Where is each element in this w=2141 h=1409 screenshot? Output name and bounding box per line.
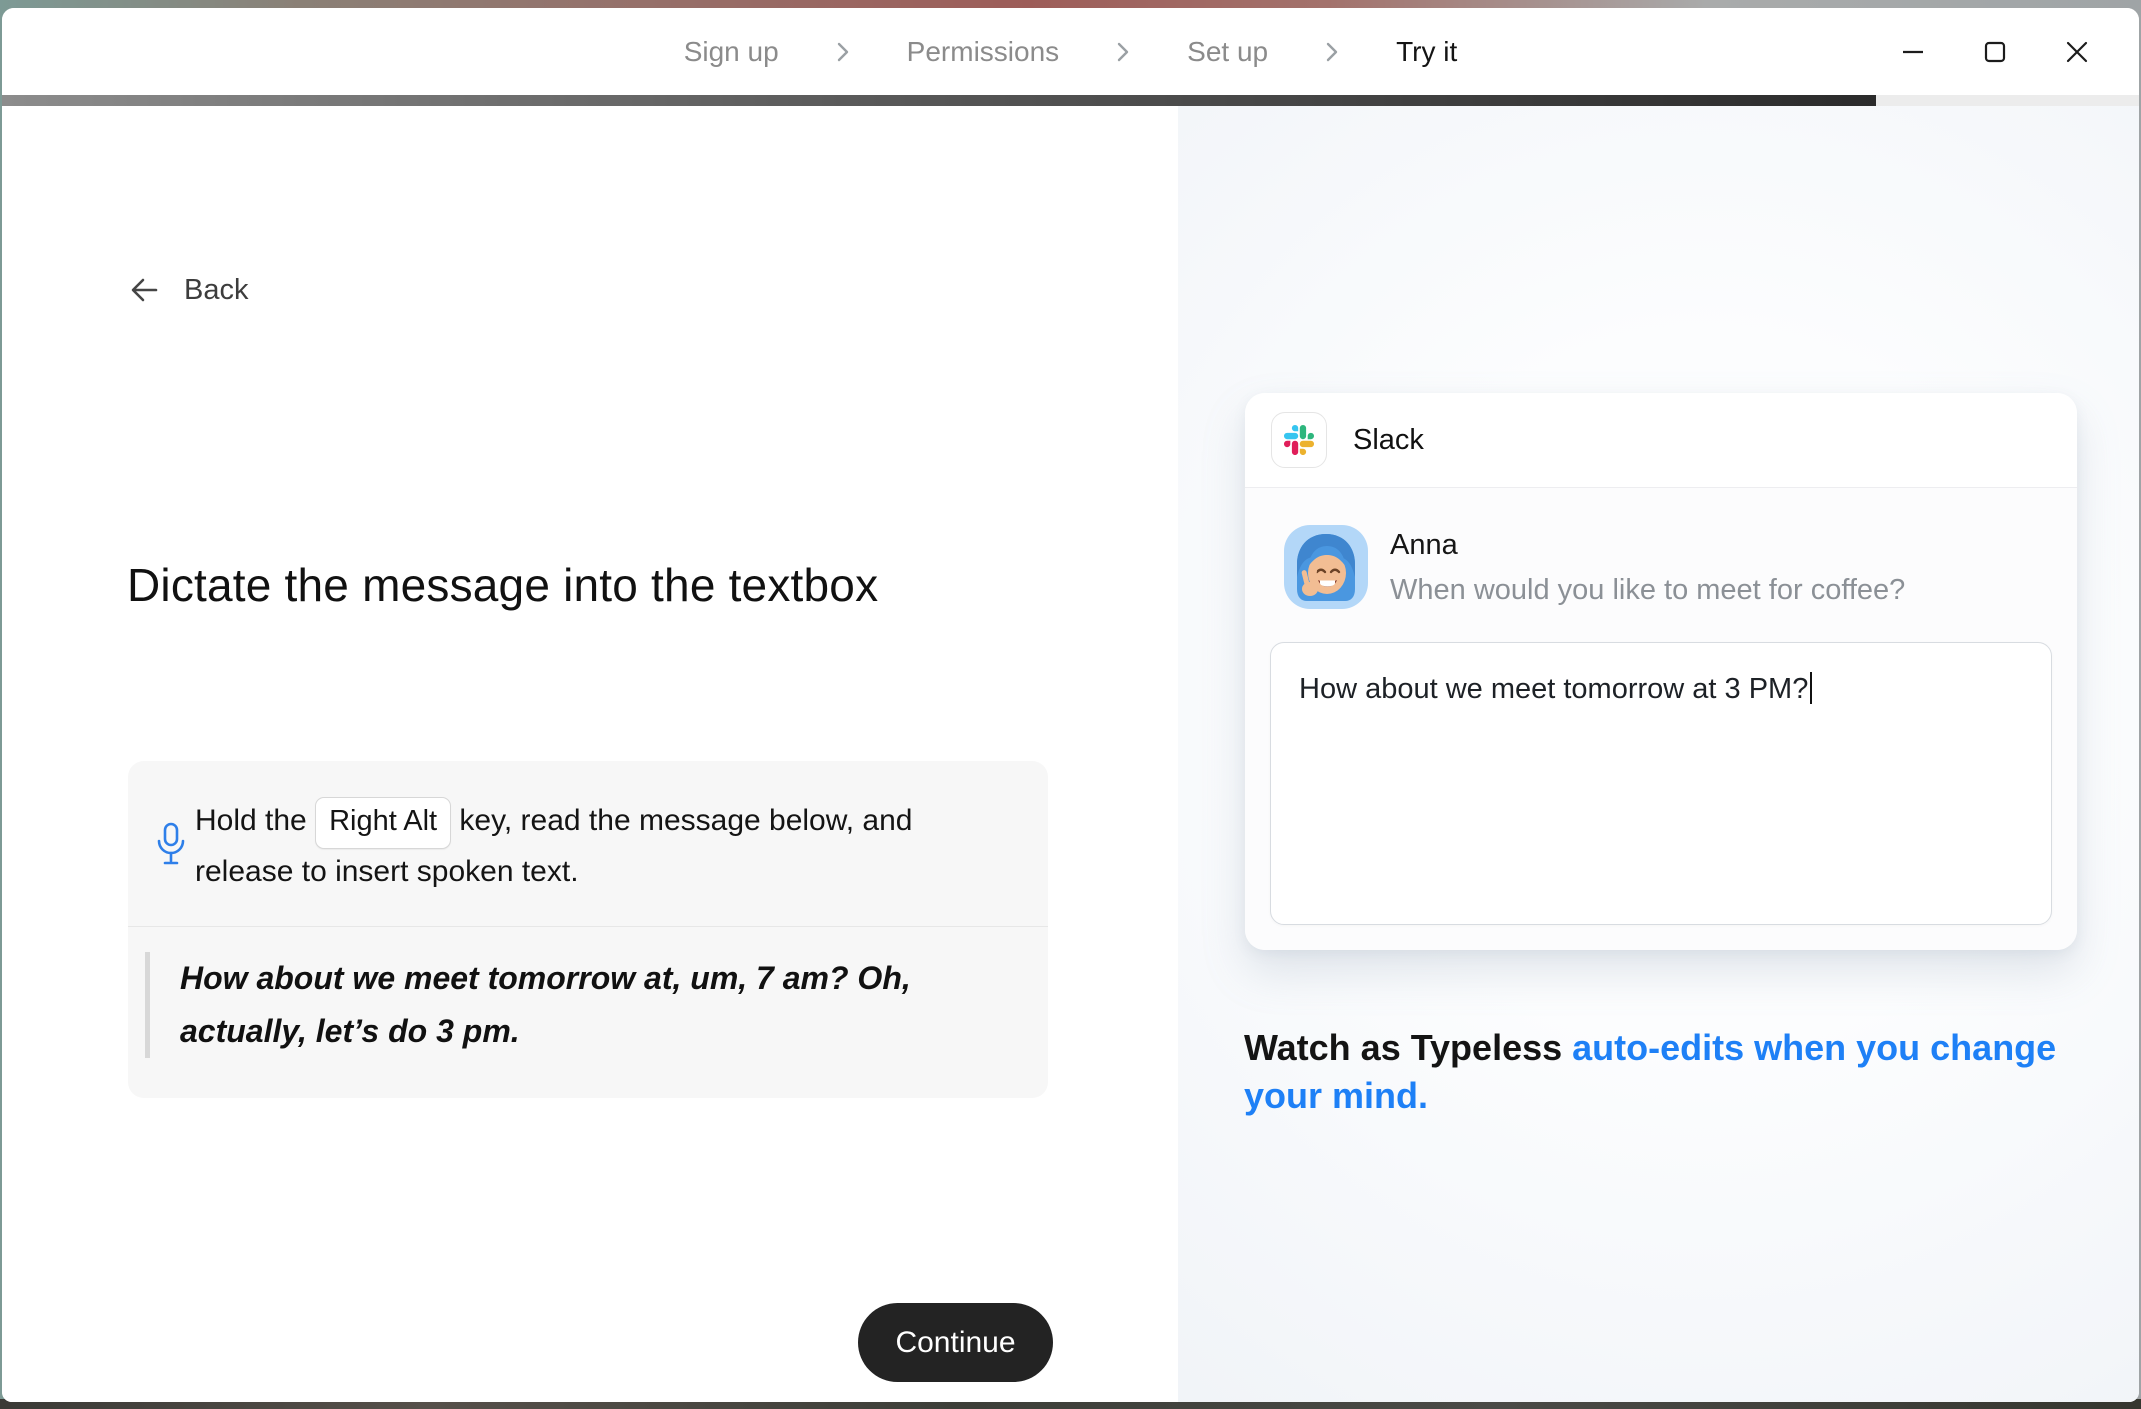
right-alt-key-badge: Right Alt [315,797,451,849]
step-set-up: Set up [1187,36,1268,68]
instruction-card: Hold the Right Alt key, read the message… [128,761,1048,1098]
slack-logo-icon [1284,425,1314,455]
chevron-right-icon [835,40,851,64]
slack-preview-card: Slack [1245,393,2077,950]
message-textbox[interactable]: How about we meet tomorrow at 3 PM? [1270,642,2052,925]
textbox-value: How about we meet tomorrow at 3 PM? [1299,673,1808,705]
right-panel: Slack [1178,106,2139,1402]
close-icon [2062,37,2092,67]
titlebar: Sign up Permissions Set up Try it [2,8,2139,95]
back-button[interactable]: Back [128,268,248,312]
slack-card-header: Slack [1245,393,2077,487]
maximize-icon [1980,37,2010,67]
progress-bar [2,95,2139,106]
step-sign-up: Sign up [684,36,779,68]
microphone-icon [154,821,188,867]
page-title: Dictate the message into the textbox [127,558,878,612]
caption-text: Watch as Typeless auto-edits when you ch… [1244,1024,2094,1120]
slack-app-name: Slack [1353,424,1424,457]
sender-name: Anna [1390,529,1905,562]
avatar [1284,525,1368,609]
window-controls [1891,8,2099,95]
minimize-icon [1898,37,1928,67]
text-caret [1810,672,1812,704]
instruction-row: Hold the Right Alt key, read the message… [128,761,1048,926]
step-permissions: Permissions [907,36,1059,68]
minimize-button[interactable] [1891,30,1935,74]
slack-app-badge [1271,412,1327,468]
caption-black: Watch as Typeless [1244,1027,1562,1068]
sender-message: When would you like to meet for coffee? [1390,574,1905,607]
chevron-right-icon [1324,40,1340,64]
back-label: Back [184,274,248,307]
left-panel: Back Dictate the message into the textbo… [2,106,1178,1402]
onboarding-stepper: Sign up Permissions Set up Try it [2,8,2139,95]
arrow-left-icon [128,274,160,306]
progress-fill [2,95,1876,106]
dictation-example-quote: How about we meet tomorrow at, um, 7 am?… [145,952,1014,1058]
close-button[interactable] [2055,30,2099,74]
instruction-text-pre: Hold the [195,804,315,837]
maximize-button[interactable] [1973,30,2017,74]
step-try-it: Try it [1396,36,1457,68]
app-window: Sign up Permissions Set up Try it [2,8,2139,1402]
continue-button[interactable]: Continue [858,1303,1053,1382]
chevron-right-icon [1115,40,1131,64]
